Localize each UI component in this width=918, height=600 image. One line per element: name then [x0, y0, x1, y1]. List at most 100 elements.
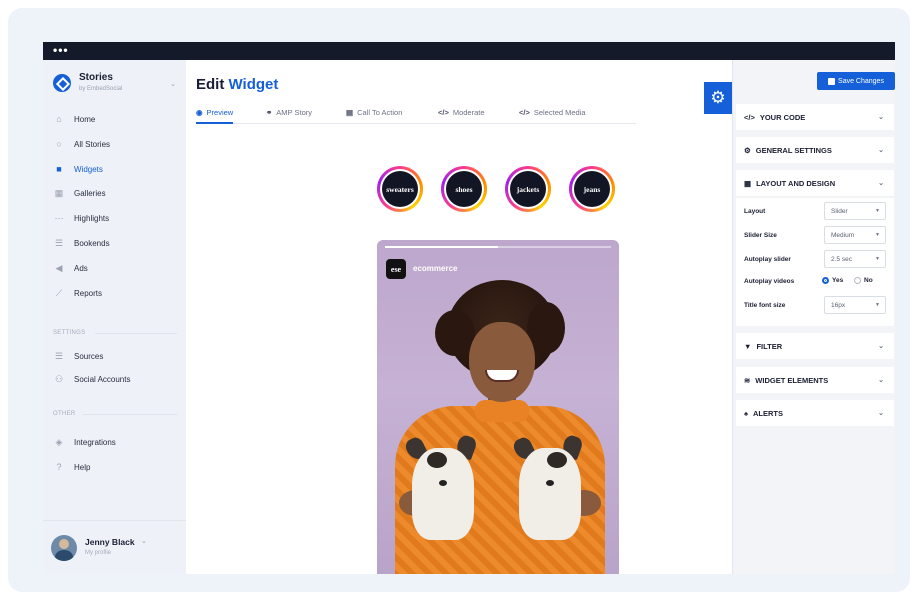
section-layout-and-design[interactable]: ▦ LAYOUT AND DESIGN ⌄ — [736, 170, 894, 196]
select-value: Slider — [831, 207, 848, 215]
integrations-icon: ◈ — [55, 436, 63, 447]
sidebar-item-label: Home — [74, 114, 96, 124]
divider — [95, 333, 177, 334]
slider-size-row: Slider Size Medium ▼ — [744, 226, 890, 244]
floppy-icon — [828, 77, 836, 85]
section-title: FILTER — [756, 341, 783, 351]
chevron-down-icon: ▼ — [875, 302, 880, 308]
section-your-code[interactable]: </> YOUR CODE ⌄ — [736, 104, 894, 130]
sidebar-item-all-stories[interactable]: ○ All Stories — [53, 135, 178, 153]
chevron-down-icon: ⌄ — [878, 147, 884, 154]
select-value: 16px — [831, 301, 846, 309]
sidebar-item-galleries[interactable]: ▦ Galleries — [53, 184, 178, 202]
tab-selected-media[interactable]: </> Selected Media — [519, 108, 586, 124]
sidebar-item-label: Reports — [74, 288, 103, 298]
story-bubble-jackets[interactable]: jackets — [505, 166, 551, 212]
chevron-down-icon: ⌄ — [878, 180, 884, 187]
sidebar-item-label: Help — [74, 462, 91, 472]
dots-icon: ⋯ — [54, 212, 64, 223]
app-window: ••• Stories by EmbedSocial ⌄ ⌂ Home ○ Al… — [43, 42, 895, 574]
chevron-down-icon: ⌄ — [170, 81, 176, 88]
sidebar-item-label: Widgets — [74, 164, 103, 174]
sidebar-item-sources[interactable]: ☰ Sources — [53, 347, 178, 365]
field-label: Autoplay slider — [744, 255, 791, 263]
tab-bar: ◉ Preview ⚭ AMP Story ▤ Call To Action </> M… — [196, 108, 636, 124]
gear-icon: ⚙ — [710, 88, 726, 107]
tab-amp-story[interactable]: ⚭ AMP Story — [266, 108, 312, 124]
sidebar-item-label: Galleries — [74, 188, 106, 198]
title-font-select[interactable]: 16px ▼ — [824, 296, 886, 314]
code-icon: </> — [744, 112, 755, 122]
bubble-ring: jeans — [572, 169, 612, 209]
radio-empty-icon — [854, 277, 861, 285]
sidebar-item-reports[interactable]: ⟋ Reports — [53, 284, 178, 302]
tab-call-to-action[interactable]: ▤ Call To Action — [346, 108, 402, 124]
account-name: ecommerce — [413, 264, 458, 273]
save-label: Save Changes — [838, 77, 884, 85]
settings-gear-button[interactable]: ⚙ — [704, 82, 732, 114]
chevron-down-icon: ⌄ — [878, 410, 884, 417]
home-icon: ⌂ — [56, 114, 62, 124]
radio-yes[interactable]: Yes — [822, 277, 844, 285]
story-preview[interactable]: ese ecommerce — [377, 240, 619, 574]
story-progress-bar — [385, 246, 611, 248]
sidebar-item-label: Sources — [74, 351, 104, 361]
section-filter[interactable]: ▼ FILTER ⌄ — [736, 333, 894, 359]
tab-moderate[interactable]: </> Moderate — [438, 108, 485, 124]
story-bubble-sweaters[interactable]: sweaters — [377, 166, 423, 212]
story-photo-collar — [475, 400, 529, 422]
save-changes-button[interactable]: Save Changes — [817, 72, 895, 90]
section-alerts[interactable]: ♠ ALERTS ⌄ — [736, 400, 894, 426]
tab-label: Selected Media — [533, 108, 586, 117]
profile-subtitle: My profile — [85, 550, 112, 556]
section-general-settings[interactable]: ⚙ GENERAL SETTINGS ⌄ — [736, 137, 894, 163]
sidebar-item-highlights[interactable]: ⋯ Highlights — [53, 209, 178, 227]
section-widget-elements[interactable]: ≋ WIDGET ELEMENTS ⌄ — [736, 367, 894, 393]
sidebar-item-bookends[interactable]: ☰ Bookends — [53, 234, 178, 252]
brand-switcher[interactable]: Stories by EmbedSocial ⌄ — [53, 70, 178, 100]
story-bubble-jeans[interactable]: jeans — [569, 166, 615, 212]
sidebar-item-help[interactable]: ? Help — [53, 458, 178, 476]
section-title: ALERTS — [752, 408, 783, 418]
section-title: LAYOUT AND DESIGN — [756, 178, 836, 188]
stories-logo-icon — [53, 74, 71, 92]
story-progress-fill — [385, 246, 498, 248]
code-icon: </> — [438, 108, 449, 117]
slider-size-select[interactable]: Medium ▼ — [824, 226, 886, 244]
story-bubble-shoes[interactable]: shoes — [441, 166, 487, 212]
bubble-ring: jackets — [508, 169, 548, 209]
sidebar-item-social-accounts[interactable]: ⚇ Social Accounts — [53, 370, 178, 388]
tab-label: Moderate — [452, 108, 485, 117]
layout-row: Layout Slider ▼ — [744, 202, 890, 220]
sidebar-item-ads[interactable]: ◀ Ads — [53, 259, 178, 277]
bubble-label: jackets — [510, 171, 546, 207]
layout-select[interactable]: Slider ▼ — [824, 202, 886, 220]
radio-selected-icon — [822, 277, 829, 285]
brand-title: Stories — [79, 72, 113, 83]
chevron-down-icon: ⌄ — [878, 343, 884, 350]
radio-no[interactable]: No — [854, 277, 873, 285]
sidebar-item-widgets[interactable]: ■ Widgets — [53, 160, 178, 178]
accounts-icon: ⚇ — [54, 373, 64, 384]
tab-preview[interactable]: ◉ Preview — [196, 108, 234, 124]
puppy-nose — [546, 480, 554, 486]
list-icon: ☰ — [54, 237, 64, 248]
divider — [83, 414, 177, 415]
bubble-label: jeans — [574, 171, 610, 207]
help-icon: ? — [56, 462, 62, 472]
page-title: Edit Widget — [196, 76, 278, 93]
field-label: Slider Size — [744, 231, 777, 239]
radio-label: Yes — [832, 277, 844, 285]
chevron-down-icon: ▼ — [875, 208, 880, 214]
autoplay-slider-select[interactable]: 2.5 sec ▼ — [824, 250, 886, 268]
radio-label: No — [864, 277, 873, 285]
sidebar-item-home[interactable]: ⌂ Home — [53, 110, 178, 128]
profile-menu[interactable]: Jenny Black ⌄ My profile — [43, 520, 186, 574]
sidebar-item-integrations[interactable]: ◈ Integrations — [53, 433, 178, 451]
section-title: GENERAL SETTINGS — [755, 145, 832, 155]
page-title-accent: Widget — [228, 76, 279, 93]
sidebar-item-label: All Stories — [74, 139, 111, 149]
bubble-label: shoes — [446, 171, 482, 207]
chevron-down-icon: ▼ — [875, 256, 880, 262]
grid-icon: ▦ — [744, 178, 752, 188]
